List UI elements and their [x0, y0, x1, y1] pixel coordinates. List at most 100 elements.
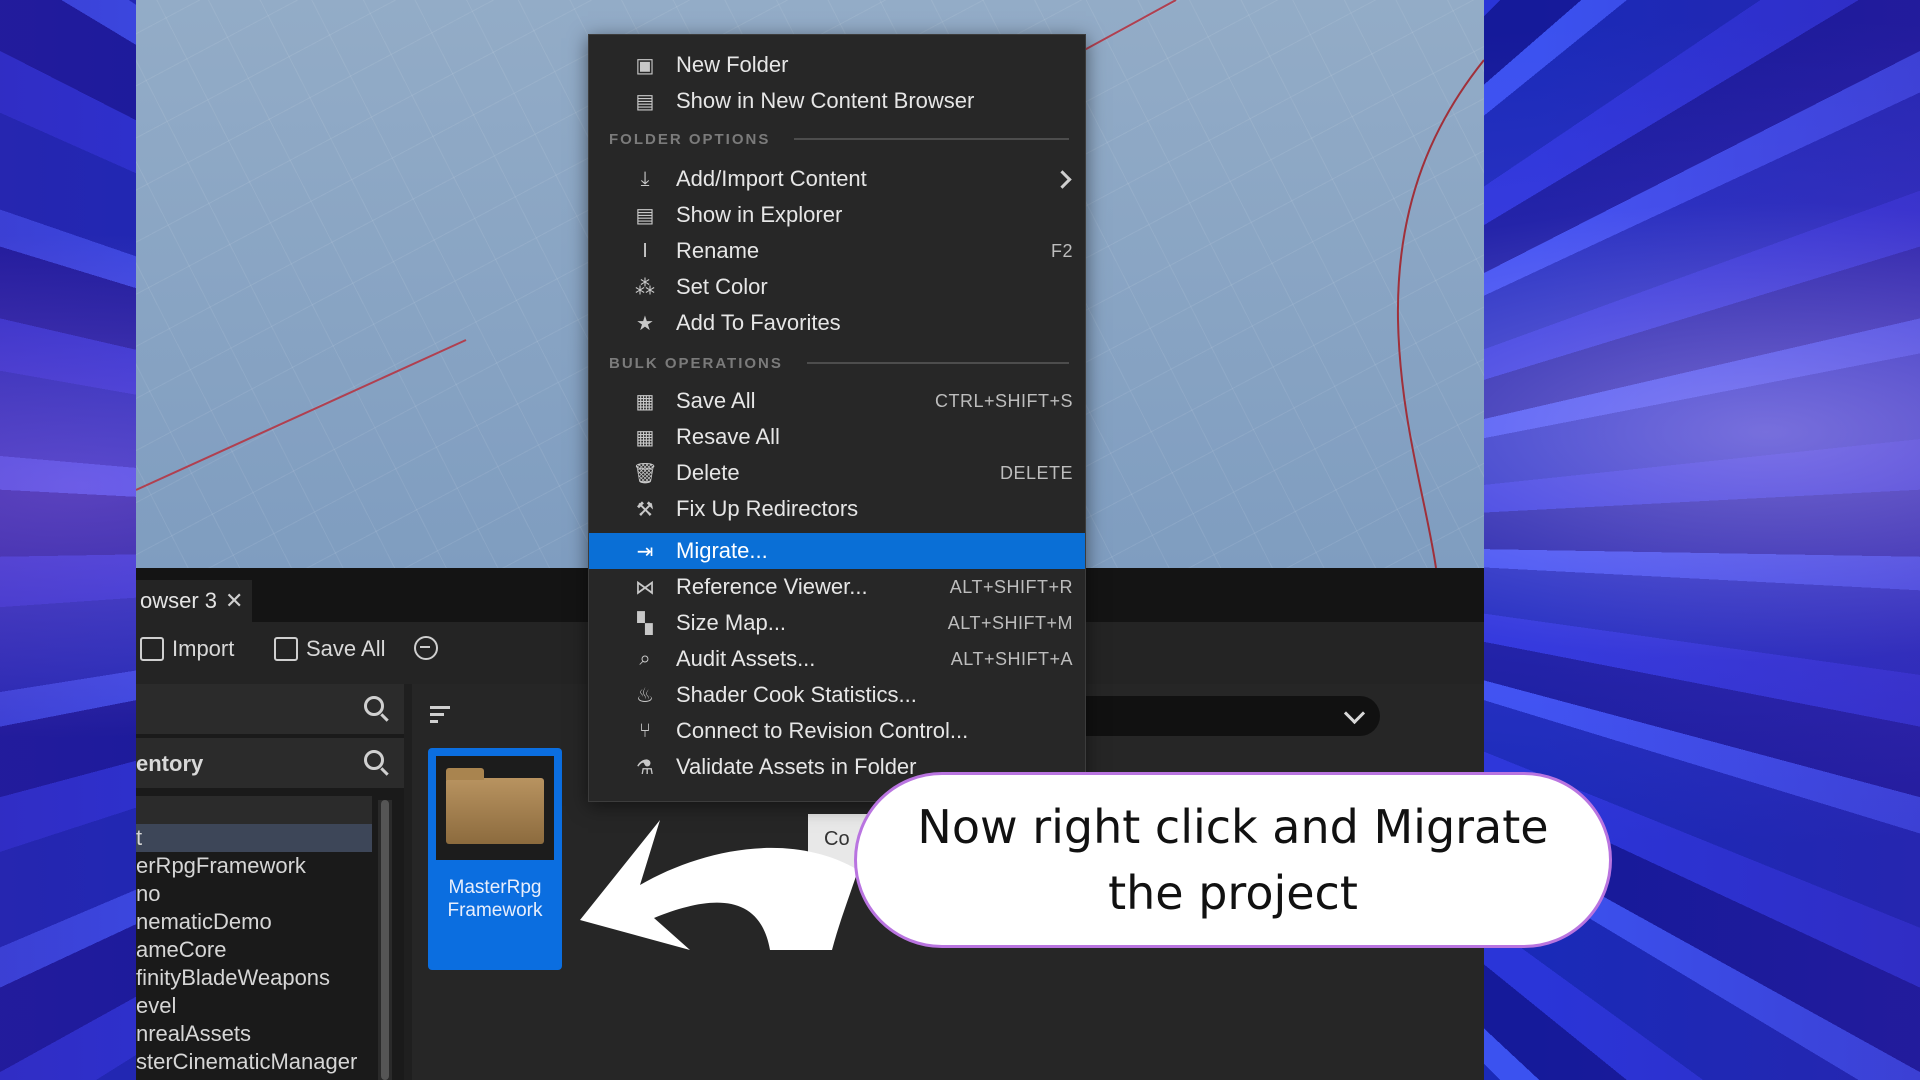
- save-icon: [274, 637, 298, 661]
- chevron-right-icon: [1053, 169, 1072, 189]
- tree-row[interactable]: erRpgFramework: [136, 852, 372, 880]
- menu-item-label: Validate Assets in Folder: [676, 754, 917, 779]
- menu-item-label: Reference Viewer...: [676, 574, 868, 599]
- inventory-section-header[interactable]: entory: [136, 738, 404, 788]
- back-arrow-icon: [414, 636, 438, 660]
- reference-icon: ⋈: [635, 576, 655, 599]
- folder-tree: t erRpgFramework no nematicDemo ameCore …: [136, 796, 372, 1076]
- menu-item-label: Audit Assets...: [676, 646, 816, 671]
- menu-item-size-map[interactable]: ▚ Size Map... ALT+SHIFT+M: [589, 605, 1085, 641]
- section-bulk-operations: BULK OPERATIONS: [609, 353, 1069, 373]
- import-icon: [140, 637, 164, 661]
- star-icon: ★: [636, 312, 654, 335]
- branch-icon: ⑂: [639, 719, 651, 742]
- tile-label: MasterRpg Framework: [428, 876, 562, 922]
- menu-item-rename[interactable]: I Rename F2: [589, 233, 1085, 269]
- menu-item-label: Add To Favorites: [676, 310, 841, 335]
- tree-row[interactable]: nematicDemo: [136, 908, 372, 936]
- import-button[interactable]: Import: [140, 636, 234, 662]
- menu-item-resave-all[interactable]: ▦ Resave All: [589, 419, 1085, 455]
- save-all-button[interactable]: Save All: [274, 636, 386, 662]
- tree-row[interactable]: nrealAssets: [136, 1020, 372, 1048]
- menu-item-label: Fix Up Redirectors: [676, 496, 859, 521]
- menu-item-label: New Folder: [676, 52, 789, 77]
- filter-icon[interactable]: [430, 706, 450, 727]
- menu-item-new-folder[interactable]: ▣ New Folder: [589, 47, 1085, 83]
- menu-item-save-all[interactable]: ▦ Save All CTRL+SHIFT+S: [589, 383, 1085, 419]
- menu-item-label: Size Map...: [676, 610, 787, 635]
- tab-content-browser-3[interactable]: owser 3 ✕: [136, 580, 252, 622]
- menu-item-label: Delete: [676, 460, 740, 485]
- menu-item-label: Show in New Content Browser: [676, 88, 975, 113]
- tile-thumbnail: [436, 756, 554, 860]
- folder-icon: [446, 768, 544, 844]
- menu-item-label: Show in Explorer: [676, 202, 843, 227]
- menu-item-label: Save All: [676, 388, 756, 413]
- back-button[interactable]: [414, 636, 438, 660]
- section-folder-options: FOLDER OPTIONS: [609, 129, 1069, 149]
- tree-row[interactable]: no: [136, 880, 372, 908]
- menu-item-label: Add/Import Content: [676, 166, 867, 191]
- menu-item-show-in-explorer[interactable]: ▤ Show in Explorer: [589, 197, 1085, 233]
- sources-search-row[interactable]: [136, 684, 404, 734]
- menu-item-delete[interactable]: 🗑 Delete DELETE: [589, 455, 1085, 491]
- menu-item-reference-viewer[interactable]: ⋈ Reference Viewer... ALT+SHIFT+R: [589, 569, 1085, 605]
- tree-row[interactable]: finityBladeWeapons: [136, 964, 372, 992]
- menu-item-migrate[interactable]: ⇥ Migrate...: [589, 533, 1085, 569]
- pointer-arrow-icon: [580, 820, 858, 950]
- sources-panel: entory t erRpgFramework no nematicDemo a…: [136, 684, 404, 1080]
- section-header: BULK OPERATIONS: [609, 354, 783, 372]
- menu-item-label: Set Color: [676, 274, 768, 299]
- new-folder-icon: ▣: [635, 54, 655, 77]
- menu-item-shader-cook-statistics[interactable]: ♨ Shader Cook Statistics...: [589, 677, 1085, 713]
- tab-title: owser 3: [140, 588, 218, 613]
- menu-item-audit-assets[interactable]: ⌕ Audit Assets... ALT+SHIFT+A: [589, 641, 1085, 677]
- tree-row-blank[interactable]: [136, 796, 372, 824]
- shader-icon: ♨: [636, 684, 654, 707]
- chevron-down-icon: [1343, 702, 1366, 725]
- menu-item-show-in-new-content-browser[interactable]: ▤ Show in New Content Browser: [589, 83, 1085, 119]
- tree-scrollbar-thumb[interactable]: [381, 800, 389, 1080]
- color-icon: ⁂: [635, 276, 655, 299]
- tree-row[interactable]: evel: [136, 992, 372, 1020]
- section-header: FOLDER OPTIONS: [609, 130, 771, 148]
- tree-row[interactable]: ameCore: [136, 936, 372, 964]
- tile-label-line1: MasterRpg: [448, 877, 542, 898]
- menu-item-label: Migrate...: [676, 538, 768, 563]
- menu-item-shortcut: F2: [1050, 240, 1073, 261]
- menu-item-shortcut: ALT+SHIFT+A: [950, 648, 1073, 669]
- menu-item-add-import-content[interactable]: ⤓ Add/Import Content: [589, 161, 1085, 197]
- asset-tile-masterrpgframework[interactable]: MasterRpg Framework: [428, 748, 562, 970]
- folder-search-icon: ▤: [635, 204, 655, 227]
- menu-item-fix-up-redirectors[interactable]: ⚒ Fix Up Redirectors: [589, 491, 1085, 527]
- menu-item-connect-revision-control[interactable]: ⑂ Connect to Revision Control...: [589, 713, 1085, 749]
- save-icon: ▦: [635, 390, 655, 413]
- save-all-label: Save All: [306, 636, 386, 661]
- save-icon: ▦: [635, 426, 655, 449]
- search-icon[interactable]: [364, 750, 384, 770]
- section-label: entory: [136, 751, 204, 776]
- tree-row[interactable]: t: [136, 824, 372, 852]
- tile-label-line2: Framework: [447, 900, 543, 921]
- close-icon[interactable]: ✕: [225, 588, 243, 614]
- rename-icon: I: [642, 239, 648, 262]
- menu-item-add-to-favorites[interactable]: ★ Add To Favorites: [589, 305, 1085, 341]
- wrench-icon: ⚒: [636, 498, 654, 521]
- flask-icon: ⚗: [636, 756, 654, 779]
- tree-row[interactable]: sterCinematicManager: [136, 1048, 372, 1076]
- menu-item-shortcut: CTRL+SHIFT+S: [934, 390, 1073, 411]
- folder-context-menu: ▣ New Folder ▤ Show in New Content Brows…: [588, 34, 1086, 802]
- folder-search-icon: ▤: [635, 90, 655, 113]
- migrate-icon: ⇥: [636, 540, 654, 563]
- audit-icon: ⌕: [639, 647, 651, 670]
- callout-text: Now right click and Migrate the project: [917, 800, 1549, 920]
- menu-item-label: Connect to Revision Control...: [676, 718, 969, 743]
- menu-item-label: Rename: [676, 238, 760, 263]
- menu-item-shortcut: ALT+SHIFT+R: [949, 576, 1073, 597]
- menu-item-set-color[interactable]: ⁂ Set Color: [589, 269, 1085, 305]
- size-map-icon: ▚: [637, 612, 653, 635]
- search-icon[interactable]: [364, 696, 384, 716]
- menu-item-shortcut: DELETE: [999, 462, 1073, 483]
- trash-icon: 🗑: [632, 462, 658, 485]
- import-label: Import: [172, 636, 235, 661]
